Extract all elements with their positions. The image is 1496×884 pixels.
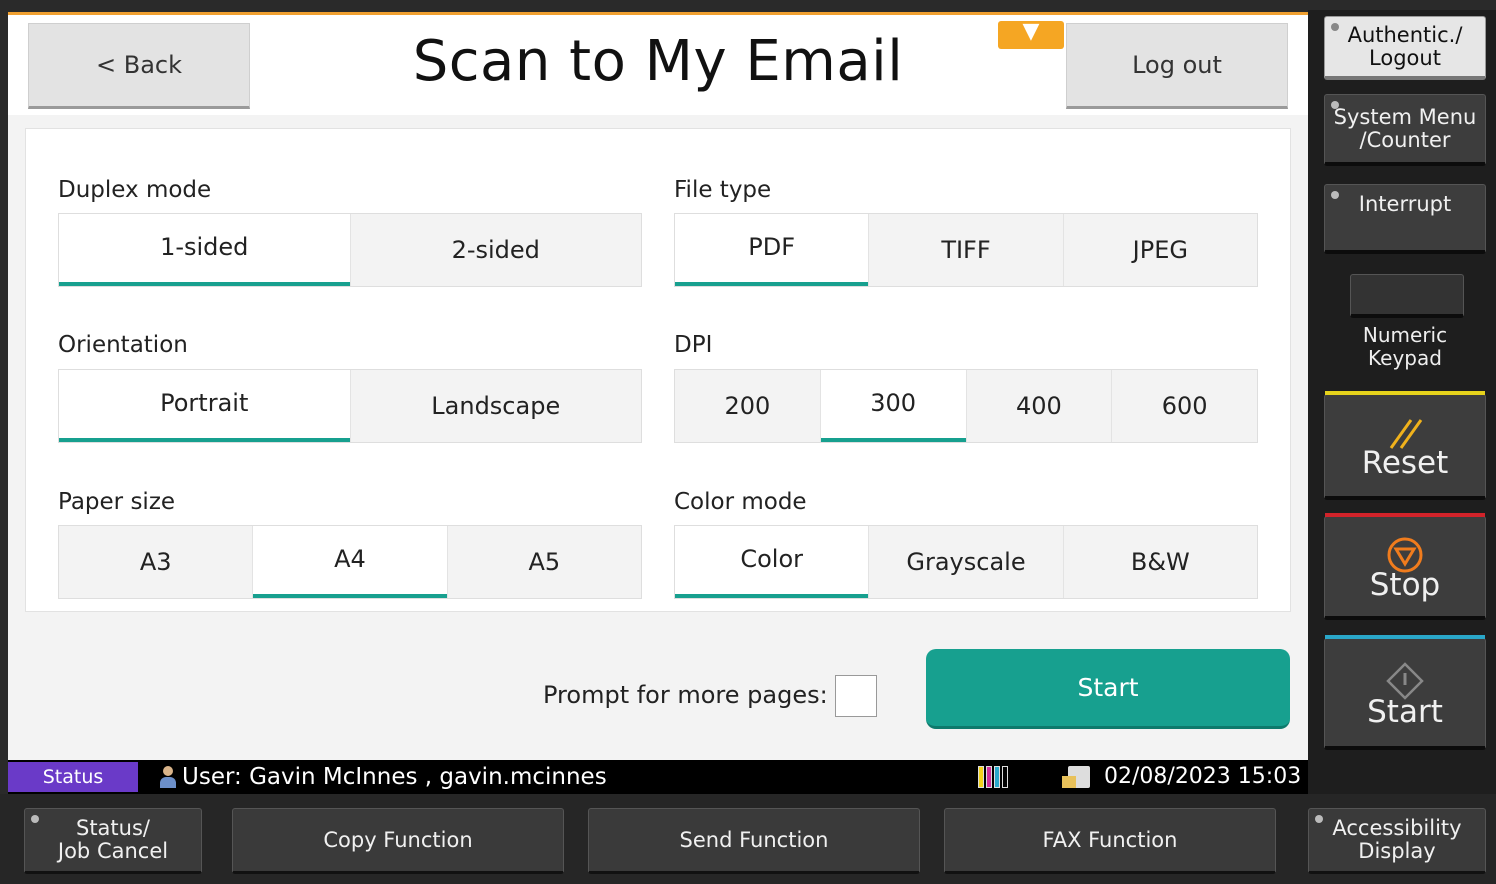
paper-size-option[interactable]: A5 xyxy=(448,526,641,598)
accessibility-display-label: Accessibility Display xyxy=(1332,816,1462,863)
back-button[interactable]: < Back xyxy=(28,23,250,109)
dpi-selector: 200 300 400 600 xyxy=(674,369,1258,443)
status-bar: Status User: Gavin McInnes , gavin.mcinn… xyxy=(8,760,1308,794)
date-time: 02/08/2023 15:03 xyxy=(1104,764,1302,789)
system-menu-counter-label: System Menu /Counter xyxy=(1333,104,1477,152)
stop-label: Stop xyxy=(1369,567,1441,603)
dpi-option[interactable]: 300 xyxy=(820,370,967,442)
caret-down-icon: ▼ xyxy=(1022,19,1040,44)
authentication-logout-label: Authentic./ Logout xyxy=(1347,22,1463,70)
status-job-cancel-label: Status/ Job Cancel xyxy=(57,816,169,863)
dpi-option[interactable]: 600 xyxy=(1112,370,1257,442)
interrupt-label: Interrupt xyxy=(1358,192,1452,216)
color-mode-option[interactable]: B&W xyxy=(1064,526,1257,598)
color-mode-selector: Color Grayscale B&W xyxy=(674,525,1258,599)
file-type-option[interactable]: JPEG xyxy=(1064,214,1257,286)
numeric-keypad-button[interactable] xyxy=(1350,274,1464,318)
user-icon xyxy=(160,766,176,788)
dpi-option[interactable]: 400 xyxy=(967,370,1113,442)
paper-size-selector: A3 A4 A5 xyxy=(58,525,642,599)
header: < Back Scan to My Email ▼ Log out xyxy=(8,15,1308,115)
duplex-option[interactable]: 1-sided xyxy=(59,214,351,286)
orientation-label: Orientation xyxy=(58,332,188,358)
orientation-option[interactable]: Portrait xyxy=(59,370,351,442)
reset-indicator-bar xyxy=(1325,391,1485,395)
hardware-start-label: Start xyxy=(1367,694,1443,730)
paper-size-label: Paper size xyxy=(58,489,176,515)
orientation-option[interactable]: Landscape xyxy=(351,370,642,442)
numeric-keypad-label: Numeric Keypad xyxy=(1362,323,1448,370)
dpi-label: DPI xyxy=(674,332,713,358)
fax-function-button[interactable]: FAX Function xyxy=(944,808,1276,874)
stop-indicator-bar xyxy=(1325,513,1485,517)
paper-size-option[interactable]: A4 xyxy=(253,526,448,598)
paper-size-option[interactable]: A3 xyxy=(59,526,254,598)
user-text: User: Gavin McInnes , gavin.mcinnes xyxy=(182,764,607,790)
accessibility-display-button[interactable]: Accessibility Display xyxy=(1308,808,1486,874)
hardware-start-button[interactable]: Start xyxy=(1324,635,1486,750)
color-mode-option[interactable]: Color xyxy=(675,526,870,598)
reset-label: Reset xyxy=(1361,445,1449,481)
indicator-led-icon xyxy=(1315,815,1323,823)
start-button[interactable]: Start xyxy=(926,649,1290,729)
copy-function-button[interactable]: Copy Function xyxy=(232,808,564,874)
prompt-more-pages-checkbox[interactable] xyxy=(835,675,877,717)
color-mode-label: Color mode xyxy=(674,489,807,515)
indicator-led-icon xyxy=(31,815,39,823)
indicator-led-icon xyxy=(1331,191,1339,199)
page-title: Scan to My Email xyxy=(412,29,904,94)
duplex-mode-selector: 1-sided 2-sided xyxy=(58,213,642,287)
system-menu-counter-button[interactable]: System Menu /Counter xyxy=(1324,94,1486,166)
file-type-option[interactable]: TIFF xyxy=(869,214,1064,286)
color-mode-option[interactable]: Grayscale xyxy=(869,526,1064,598)
status-tab[interactable]: Status xyxy=(8,762,138,792)
stop-button[interactable]: Stop xyxy=(1324,513,1486,620)
hardware-panel: Authentic./ Logout System Menu /Counter … xyxy=(1308,10,1496,794)
file-type-selector: PDF TIFF JPEG xyxy=(674,213,1258,287)
status-job-cancel-button[interactable]: Status/ Job Cancel xyxy=(24,808,202,874)
header-dropdown-tab[interactable]: ▼ xyxy=(998,21,1064,49)
prompt-more-pages-label: Prompt for more pages: xyxy=(543,681,828,709)
duplex-mode-label: Duplex mode xyxy=(58,177,212,203)
dpi-option[interactable]: 200 xyxy=(675,370,821,442)
indicator-led-icon xyxy=(1331,101,1339,109)
user-info: User: Gavin McInnes , gavin.mcinnes xyxy=(160,764,607,790)
file-type-option[interactable]: PDF xyxy=(675,214,870,286)
reset-button[interactable]: Reset xyxy=(1324,391,1486,500)
main-screen: < Back Scan to My Email ▼ Log out Duplex… xyxy=(8,12,1308,760)
send-function-button[interactable]: Send Function xyxy=(588,808,920,874)
scan-settings-panel: Duplex mode 1-sided 2-sided File type PD… xyxy=(25,128,1291,612)
file-type-label: File type xyxy=(674,177,772,203)
logout-button[interactable]: Log out xyxy=(1066,23,1288,109)
interrupt-button[interactable]: Interrupt xyxy=(1324,184,1486,254)
indicator-led-icon xyxy=(1331,23,1339,31)
toner-level-icon xyxy=(978,766,1008,788)
job-document-icon xyxy=(1062,766,1090,788)
orientation-selector: Portrait Landscape xyxy=(58,369,642,443)
authentication-logout-button[interactable]: Authentic./ Logout xyxy=(1324,16,1486,80)
duplex-option[interactable]: 2-sided xyxy=(351,214,642,286)
function-bar: Status/ Job Cancel Copy Function Send Fu… xyxy=(0,794,1496,884)
start-indicator-bar xyxy=(1325,635,1485,639)
